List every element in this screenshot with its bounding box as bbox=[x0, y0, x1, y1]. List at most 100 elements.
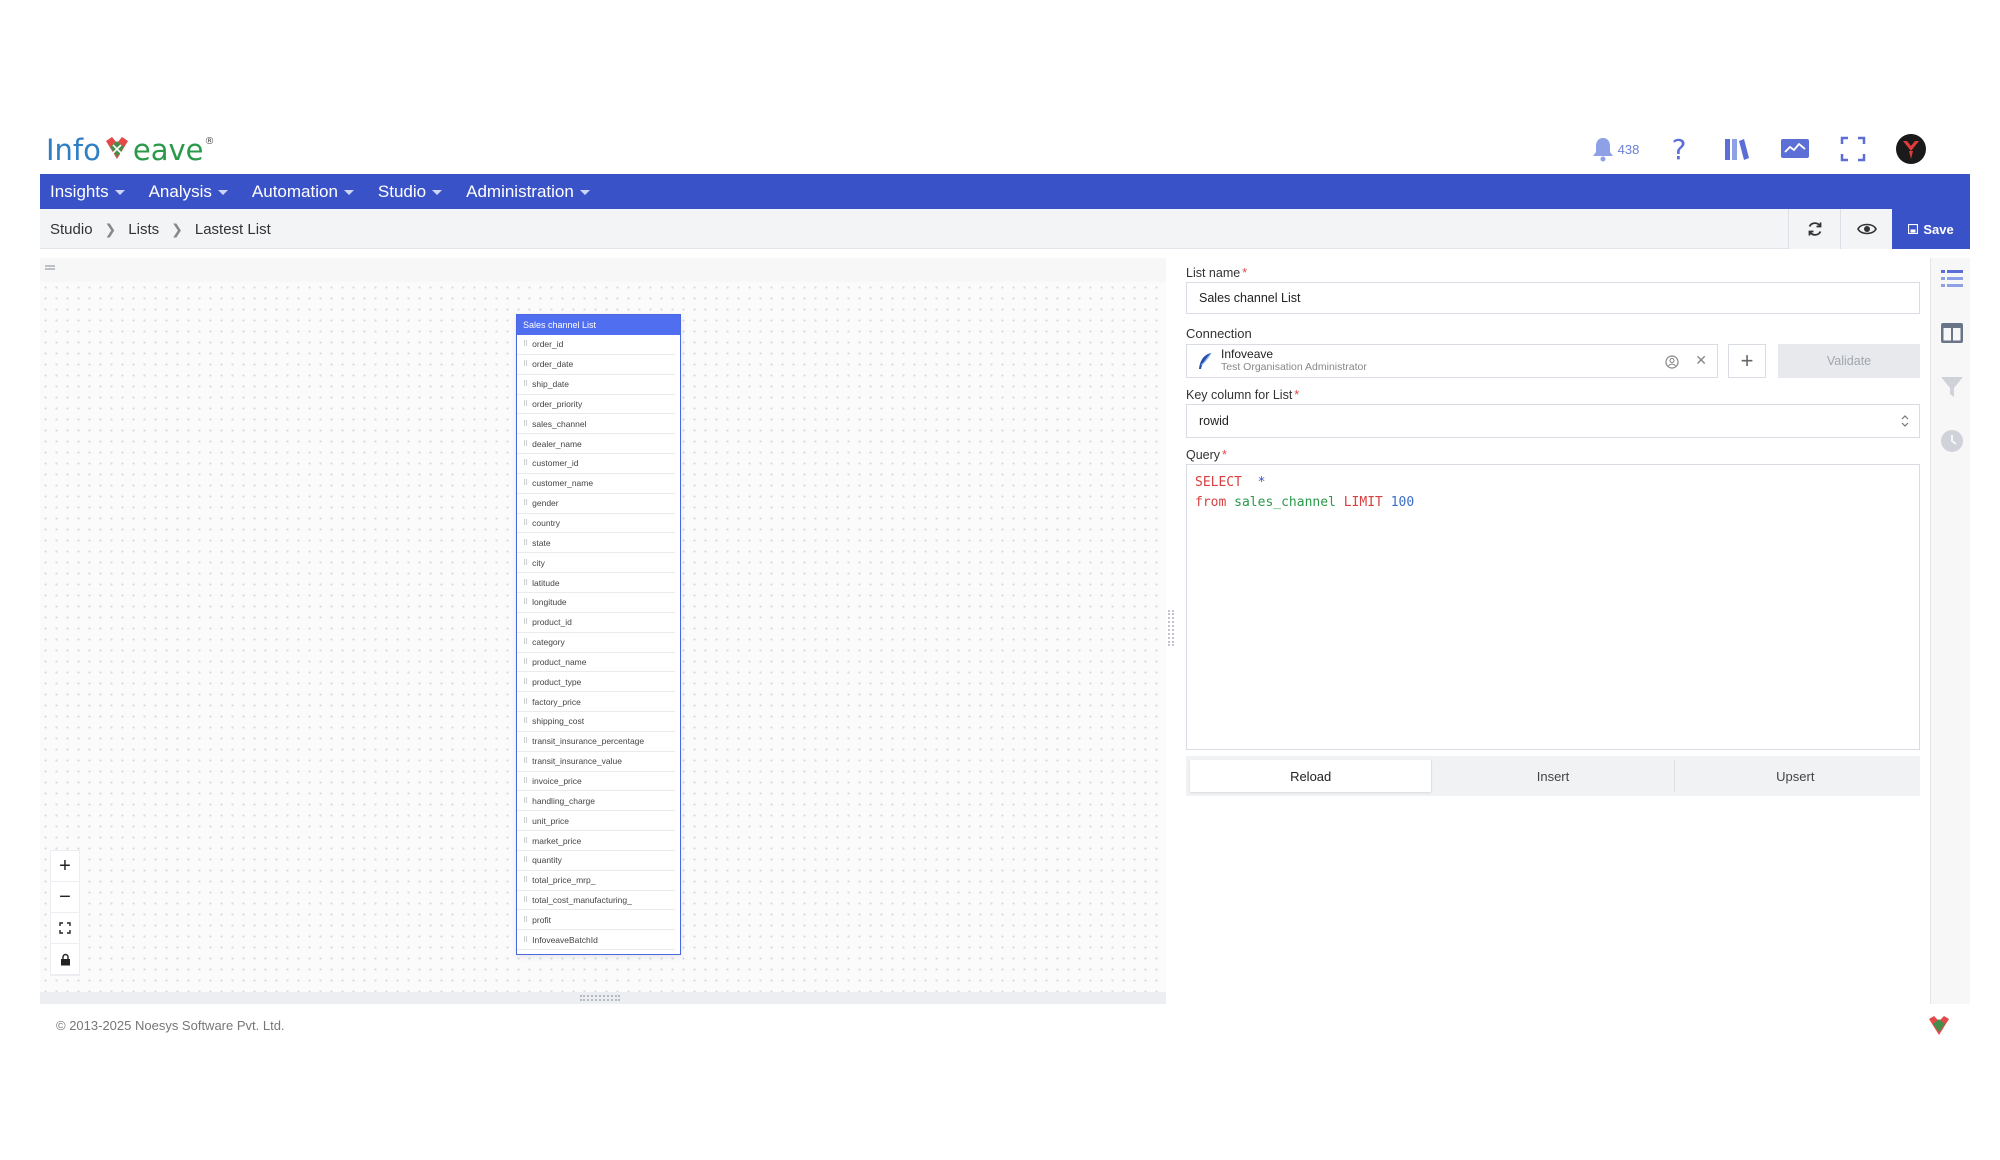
help-button[interactable]: ? bbox=[1650, 129, 1708, 169]
notifications-button[interactable]: 438 bbox=[1580, 129, 1650, 169]
add-connection-button[interactable]: + bbox=[1728, 344, 1766, 378]
zoom-in-button[interactable]: + bbox=[51, 851, 79, 882]
table-field-row[interactable]: ⠿ ship_date bbox=[517, 375, 675, 395]
table-field-name: handling_charge bbox=[532, 795, 595, 806]
table-field-row[interactable]: ⠿ transit_insurance_percentage bbox=[517, 732, 675, 752]
nav-analysis[interactable]: Analysis bbox=[149, 182, 228, 202]
table-field-name: sales_channel bbox=[532, 418, 587, 429]
drag-grip-icon: ⠿ bbox=[523, 837, 528, 845]
table-field-row[interactable]: ⠿ product_id bbox=[517, 613, 675, 633]
table-field-row[interactable]: ⠿ InfoveaveBatchId bbox=[517, 930, 675, 951]
key-column-select[interactable]: rowid bbox=[1186, 404, 1920, 438]
drag-grip-icon: ⠿ bbox=[523, 599, 528, 607]
table-field-row[interactable]: ⠿ sales_channel bbox=[517, 414, 675, 435]
menu-lines-icon[interactable] bbox=[44, 264, 56, 272]
drag-grip-icon: ⠿ bbox=[523, 539, 528, 547]
nav-administration[interactable]: Administration bbox=[466, 182, 590, 202]
drag-grip-icon: ⠿ bbox=[523, 857, 528, 865]
toolbar-actions: Save bbox=[1788, 209, 1970, 249]
drag-grip-icon: ⠿ bbox=[523, 738, 528, 746]
save-button[interactable]: Save bbox=[1892, 209, 1970, 249]
table-field-row[interactable]: ⠿ gender bbox=[517, 494, 675, 514]
sidebar-layout-button[interactable] bbox=[1939, 320, 1965, 346]
sidebar-filter-button[interactable] bbox=[1939, 374, 1965, 400]
label-text: Key column for List bbox=[1186, 388, 1293, 402]
monitor-button[interactable] bbox=[1766, 129, 1824, 169]
connection-select[interactable]: Infoveave Test Organisation Administrato… bbox=[1186, 344, 1718, 378]
tab-insert[interactable]: Insert bbox=[1431, 760, 1673, 792]
drag-grip-icon: ⠿ bbox=[523, 797, 528, 805]
table-field-row[interactable]: ⠿ product_type bbox=[517, 672, 675, 693]
table-field-row[interactable]: ⠿ shipping_cost bbox=[517, 712, 675, 732]
breadcrumb-current: Lastest List bbox=[194, 220, 271, 238]
user-avatar[interactable] bbox=[1882, 129, 1940, 169]
drag-grip-icon: ⠿ bbox=[523, 678, 528, 686]
nav-label: Administration bbox=[466, 181, 574, 201]
drag-grip-icon: ⠿ bbox=[523, 619, 528, 627]
nav-insights[interactable]: Insights bbox=[50, 182, 125, 202]
zoom-out-button[interactable]: − bbox=[51, 882, 79, 913]
caret-down-icon bbox=[579, 190, 590, 195]
lock-button[interactable] bbox=[51, 944, 79, 975]
sidebar-fields-button[interactable] bbox=[1939, 266, 1965, 292]
table-field-row[interactable]: ⠿ total_price_mrp_ bbox=[517, 871, 675, 891]
table-field-row[interactable]: ⠿ quantity bbox=[517, 851, 675, 871]
nav-studio[interactable]: Studio bbox=[378, 182, 443, 202]
table-field-row[interactable]: ⠿ latitude bbox=[517, 573, 675, 593]
nav-automation[interactable]: Automation bbox=[252, 182, 354, 202]
table-field-row[interactable]: ⠿ product_name bbox=[517, 653, 675, 673]
infoveave-logo[interactable]: Info eave ® bbox=[46, 130, 215, 170]
table-field-row[interactable]: ⠿ profit bbox=[517, 910, 675, 931]
tab-upsert[interactable]: Upsert bbox=[1673, 760, 1916, 792]
query-line-1: SELECT * bbox=[1195, 473, 1911, 493]
table-field-row[interactable]: ⠿ unit_price bbox=[517, 811, 675, 832]
table-field-row[interactable]: ⠿ order_priority bbox=[517, 395, 675, 415]
table-field-name: order_id bbox=[532, 339, 564, 350]
query-line-2: from sales_channel LIMIT 100 bbox=[1195, 493, 1911, 513]
breadcrumb-lists[interactable]: Lists bbox=[128, 221, 159, 238]
clear-icon[interactable]: ✕ bbox=[1695, 352, 1707, 369]
zoom-controls: + − bbox=[50, 850, 80, 976]
monitor-chart-icon bbox=[1781, 139, 1809, 158]
table-field-row[interactable]: ⠿ factory_price bbox=[517, 692, 675, 713]
header-actions: 438 ? bbox=[1580, 129, 1940, 169]
table-field-row[interactable]: ⠿ order_date bbox=[517, 355, 675, 375]
caret-down-icon bbox=[432, 190, 443, 195]
table-field-name: dealer_name bbox=[532, 438, 582, 449]
table-field-name: quantity bbox=[532, 855, 562, 866]
list-name-input[interactable]: Sales channel List bbox=[1186, 282, 1920, 314]
table-field-row[interactable]: ⠿ invoice_price bbox=[517, 772, 675, 792]
tab-reload[interactable]: Reload bbox=[1190, 760, 1432, 792]
table-field-row[interactable]: ⠿ transit_insurance_value bbox=[517, 752, 675, 772]
drag-grip-icon: ⠿ bbox=[523, 440, 528, 448]
footer-copyright: © 2013-2025 Noesys Software Pvt. Ltd. bbox=[56, 1018, 285, 1033]
fullscreen-button[interactable] bbox=[1824, 129, 1882, 169]
table-field-row[interactable]: ⠿ category bbox=[517, 633, 675, 653]
table-field-row[interactable]: ⠿ customer_id bbox=[517, 454, 675, 474]
table-field-row[interactable]: ⠿ handling_charge bbox=[517, 791, 675, 812]
breadcrumb-studio[interactable]: Studio bbox=[50, 221, 93, 238]
table-field-row[interactable]: ⠿ longitude bbox=[517, 593, 675, 613]
preview-button[interactable] bbox=[1840, 209, 1892, 249]
notification-count: 438 bbox=[1617, 141, 1640, 157]
horizontal-drag-handle[interactable] bbox=[580, 995, 620, 1001]
user-circle-icon[interactable] bbox=[1665, 355, 1679, 369]
table-field-row[interactable]: ⠿ city bbox=[517, 553, 675, 574]
table-field-row[interactable]: ⠿ customer_name bbox=[517, 474, 675, 494]
table-field-row[interactable]: ⠿ country bbox=[517, 514, 675, 534]
fit-view-button[interactable] bbox=[51, 913, 79, 944]
table-field-row[interactable]: ⠿ total_cost_manufacturing_ bbox=[517, 891, 675, 911]
table-field-row[interactable]: ⠿ dealer_name bbox=[517, 434, 675, 455]
refresh-button[interactable] bbox=[1788, 209, 1840, 249]
query-editor[interactable]: SELECT * from sales_channel LIMIT 100 bbox=[1186, 464, 1920, 750]
table-field-row[interactable]: ⠿ market_price bbox=[517, 831, 675, 851]
footer-logo-icon bbox=[1926, 1013, 1952, 1039]
library-button[interactable] bbox=[1708, 129, 1766, 169]
table-field-row[interactable]: ⠿ order_id bbox=[517, 335, 675, 355]
table-field-name: customer_id bbox=[532, 458, 579, 469]
table-field-name: customer_name bbox=[532, 478, 594, 489]
sidebar-history-button[interactable] bbox=[1939, 428, 1965, 454]
validate-button[interactable]: Validate bbox=[1778, 344, 1920, 378]
table-node-card[interactable]: Sales channel List ⠿ order_id ⠿ order_date ⠿… bbox=[516, 314, 681, 955]
table-field-row[interactable]: ⠿ state bbox=[517, 533, 675, 554]
